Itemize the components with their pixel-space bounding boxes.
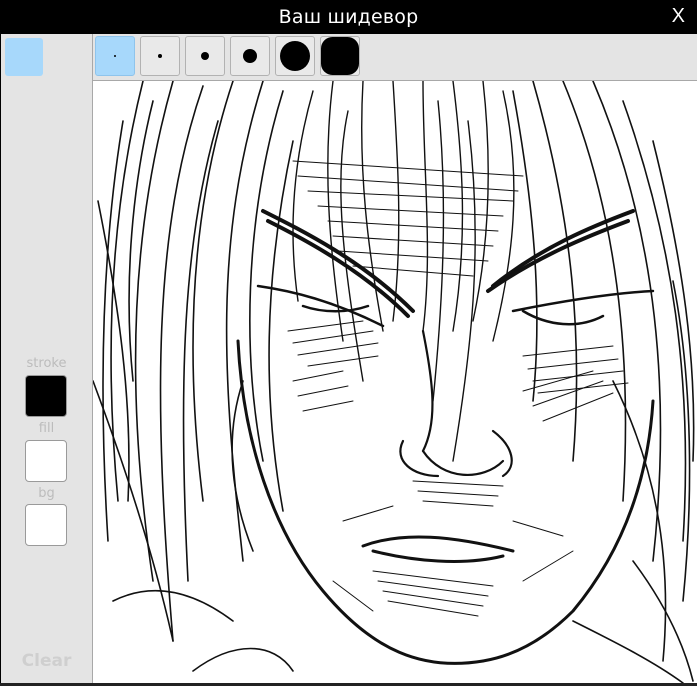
close-button[interactable]: X <box>672 5 685 28</box>
brush-size-extra-small-button[interactable] <box>95 36 135 76</box>
brush-size-small-button[interactable] <box>140 36 180 76</box>
brush-size-large-button[interactable] <box>230 36 270 76</box>
brush-dot-icon <box>280 41 310 71</box>
brush-dot-icon <box>201 52 209 60</box>
pencil-tool-button[interactable] <box>5 38 43 76</box>
hair-left-strands <box>93 81 294 672</box>
mouth <box>361 535 515 563</box>
brush-dot-icon <box>321 37 359 75</box>
title-bar: Ваш шидевор X <box>0 0 697 34</box>
nose <box>399 329 513 478</box>
cheek-hatching <box>292 370 614 422</box>
brush-dot-icon <box>158 54 162 58</box>
hair-right-strands <box>512 81 695 683</box>
stroke-color-swatch[interactable] <box>25 375 67 417</box>
drawing-canvas[interactable] <box>93 81 697 683</box>
brush-size-medium-button[interactable] <box>185 36 225 76</box>
fill-label: fill <box>38 421 55 436</box>
clear-button[interactable]: Clear <box>1 651 92 671</box>
window-title: Ваш шидевор <box>278 6 419 28</box>
stroke-label: stroke <box>26 356 67 371</box>
fill-color-swatch[interactable] <box>25 440 67 482</box>
hair-top-strands <box>292 81 515 462</box>
bg-color-swatch[interactable] <box>25 504 67 546</box>
left-sidebar: stroke fill bg Clear <box>1 34 93 683</box>
brush-size-huge-button[interactable] <box>320 36 360 76</box>
eyes <box>256 284 655 328</box>
app-window: Ваш шидевор X stroke fill bg Clear <box>0 0 697 686</box>
brush-size-extra-large-button[interactable] <box>275 36 315 76</box>
sketch-drawing <box>93 81 695 683</box>
brush-dot-icon <box>114 55 116 57</box>
nose-hatching <box>412 480 504 507</box>
brush-size-toolbar <box>93 34 697 81</box>
brush-dot-icon <box>243 49 257 63</box>
bg-label: bg <box>38 486 55 501</box>
